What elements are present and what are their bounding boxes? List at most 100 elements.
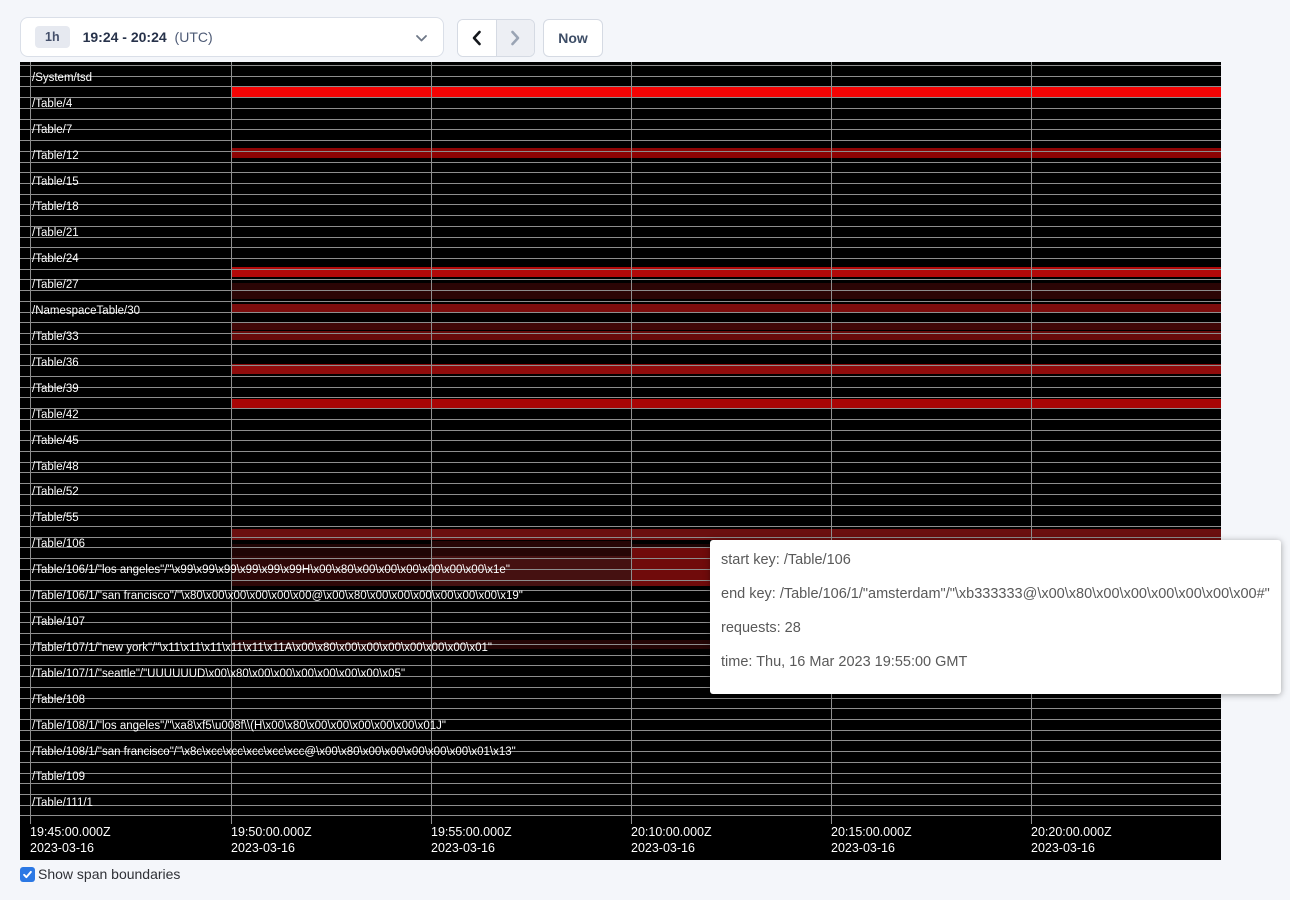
span-boundary-line (20, 740, 1221, 741)
span-boundary-line (20, 526, 1221, 527)
time-range-text: 19:24 - 20:24 (UTC) (83, 29, 213, 45)
row-label: /System/tsd (32, 72, 92, 84)
row-label: /Table/108/1/"los angeles"/"\xa8\xf5\u00… (32, 720, 446, 732)
span-boundary-line (20, 387, 1221, 388)
span-boundary-line (20, 247, 1221, 248)
span-boundary-line (20, 226, 1221, 227)
time-boundary-line (30, 62, 31, 824)
span-boundary-line (20, 140, 1221, 141)
span-boundary-line (20, 419, 1221, 420)
row-label: /Table/33 (32, 331, 79, 343)
row-label: /Table/24 (32, 253, 79, 265)
row-label: /Table/7 (32, 124, 72, 136)
axis-time: 19:55:00.000Z (431, 825, 512, 839)
axis-time: 19:45:00.000Z (30, 825, 111, 839)
axis-tick-label: 19:50:00.000Z2023-03-16 (231, 825, 312, 855)
span-boundary-line (20, 794, 1221, 795)
row-label: /Table/18 (32, 201, 79, 213)
row-label: /Table/108 (32, 694, 85, 706)
axis-date: 2023-03-16 (30, 841, 111, 855)
span-boundary-line (20, 762, 1221, 763)
span-boundary-line (20, 365, 1221, 366)
span-boundary-line (20, 354, 1221, 355)
row-label: /Table/106/1/"san francisco"/"\x80\x00\x… (32, 590, 523, 602)
span-boundary-line (20, 505, 1221, 506)
time-boundary-line (431, 62, 432, 824)
row-label: /Table/107 (32, 616, 85, 628)
row-label: /Table/111/1 (32, 797, 93, 809)
check-icon (22, 869, 33, 880)
span-boundary-line (20, 783, 1221, 784)
hover-tooltip: start key: /Table/106end key: /Table/106… (710, 540, 1281, 694)
row-label: /Table/52 (32, 486, 79, 498)
span-boundary-line (20, 172, 1221, 173)
time-window-badge: 1h (35, 26, 70, 48)
span-boundary-line (20, 65, 1221, 66)
now-button[interactable]: Now (543, 19, 603, 57)
heat-band[interactable] (232, 148, 1221, 158)
show-span-boundaries-checkbox[interactable] (20, 867, 35, 882)
row-label: /Table/109 (32, 771, 85, 783)
span-boundary-line (20, 290, 1221, 291)
span-boundary-line (20, 76, 1221, 77)
time-range-dropdown[interactable]: 1h 19:24 - 20:24 (UTC) (20, 17, 444, 57)
row-label: /Table/106 (32, 538, 85, 550)
heat-band[interactable] (232, 87, 1221, 97)
axis-date: 2023-03-16 (831, 841, 912, 855)
axis-tick-label: 20:20:00.000Z2023-03-16 (1031, 825, 1112, 855)
span-boundary-line (20, 258, 1221, 259)
span-boundary-line (20, 312, 1221, 313)
chevron-right-icon (510, 30, 521, 46)
span-boundary-line (20, 279, 1221, 280)
chevron-down-icon (415, 34, 428, 43)
axis-tick-label: 20:15:00.000Z 2023-03-16 (831, 825, 912, 855)
span-boundary-line (20, 515, 1221, 516)
span-boundary-line (20, 472, 1221, 473)
axis-time: 20:15:00.000Z (831, 825, 912, 839)
row-label: /Table/39 (32, 383, 79, 395)
span-boundary-line (20, 86, 1221, 87)
axis-date: 2023-03-16 (1031, 841, 1112, 855)
row-label: /Table/48 (32, 461, 79, 473)
prev-time-button[interactable] (458, 20, 497, 56)
heat-band[interactable] (232, 529, 1221, 540)
axis-tick-label: 19:45:00.000Z 2023-03-16 (30, 825, 111, 855)
time-boundary-line (1031, 62, 1032, 824)
axis-date: 2023-03-16 (231, 841, 312, 855)
span-boundary-line (20, 194, 1221, 195)
span-boundary-line (20, 708, 1221, 709)
axis-tick-label: 20:10:00.000Z2023-03-16 (631, 825, 712, 855)
row-label: /Table/36 (32, 357, 79, 369)
tooltip-line: start key: /Table/106 (721, 543, 1281, 577)
span-boundary-line (20, 773, 1221, 774)
span-boundary-line (20, 269, 1221, 270)
row-label: /Table/15 (32, 176, 79, 188)
span-boundary-line (20, 108, 1221, 109)
span-boundary-line (20, 183, 1221, 184)
next-time-button[interactable] (497, 20, 535, 56)
span-boundary-line (20, 440, 1221, 441)
show-span-boundaries-label: Show span boundaries (38, 866, 180, 882)
span-boundary-line (20, 494, 1221, 495)
time-boundary-line (831, 62, 832, 824)
span-boundary-line (20, 204, 1221, 205)
show-span-boundaries-toggle[interactable]: Show span boundaries (20, 866, 180, 882)
row-label: /Table/4 (32, 98, 72, 110)
heat-band[interactable] (432, 541, 632, 556)
time-boundary-line (631, 62, 632, 824)
tooltip-line: time: Thu, 16 Mar 2023 19:55:00 GMT (721, 645, 1281, 679)
key-visualizer-canvas[interactable]: /System/tsd/Table/4/Table/7/Table/12/Tab… (20, 62, 1221, 860)
span-boundary-line (20, 215, 1221, 216)
row-label: /Table/45 (32, 435, 79, 447)
time-nav-group (457, 19, 535, 57)
time-boundary-line (231, 62, 232, 824)
row-label: /Table/107/1/"seattle"/"UUUUUUD\x00\x80\… (32, 668, 405, 680)
span-boundary-line (20, 301, 1221, 302)
row-label: /NamespaceTable/30 (32, 305, 140, 317)
span-boundary-line (20, 462, 1221, 463)
span-boundary-line (20, 805, 1221, 806)
span-boundary-line (20, 129, 1221, 130)
span-boundary-line (20, 408, 1221, 409)
time-range-value: 19:24 - 20:24 (83, 29, 167, 45)
span-boundary-line (20, 333, 1221, 334)
